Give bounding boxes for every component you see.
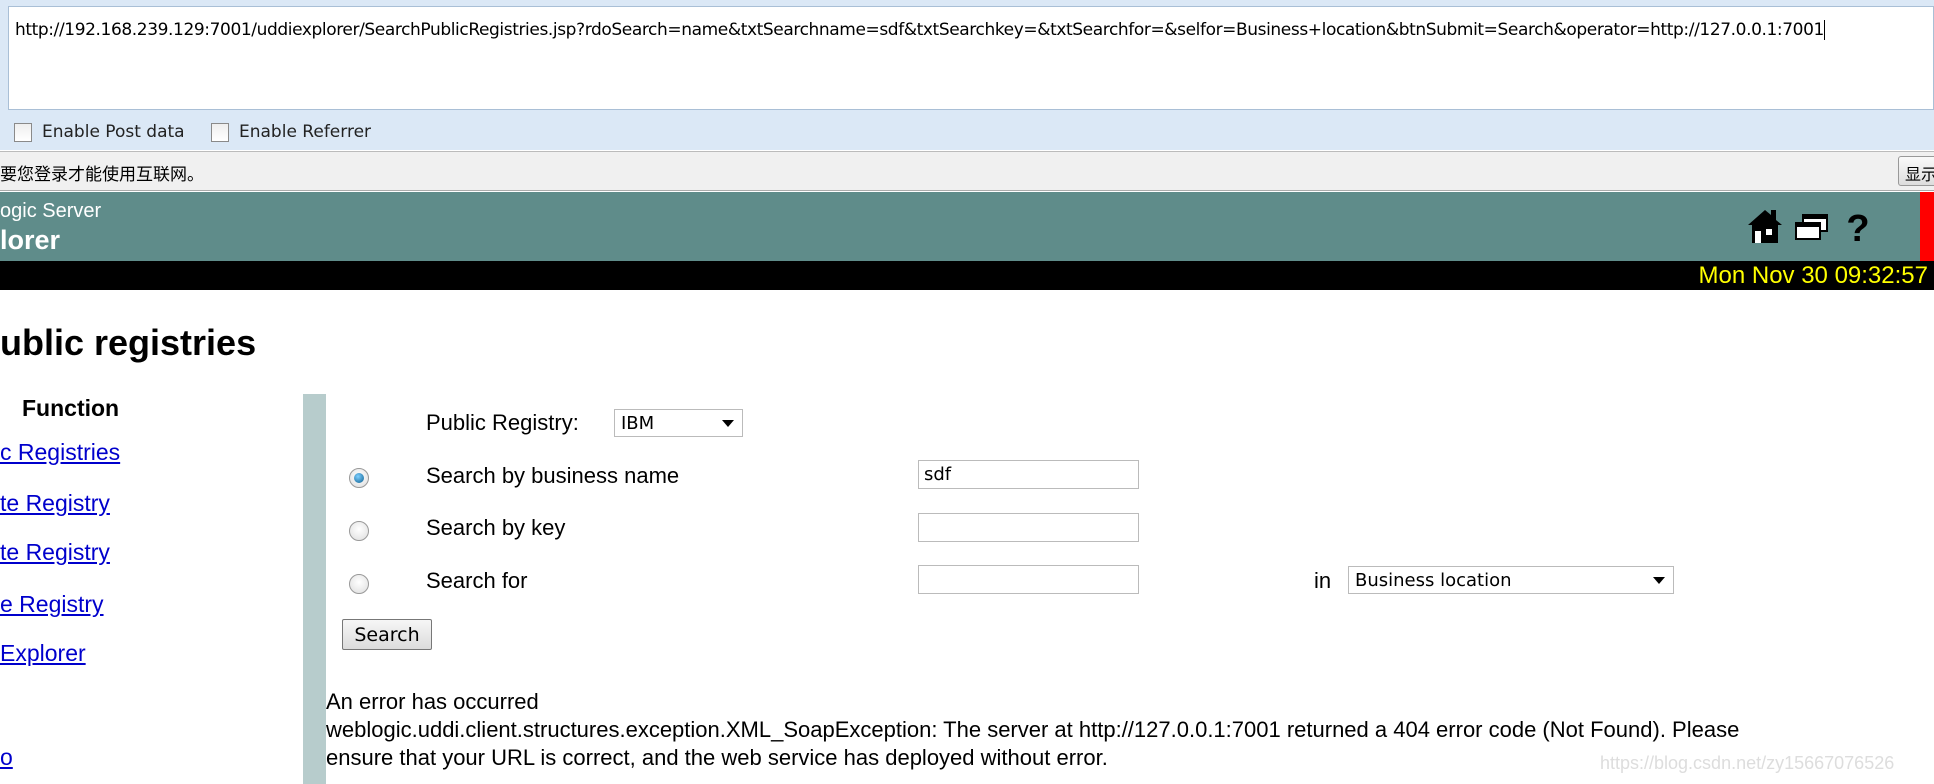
radio-search-by-key[interactable] [349, 521, 369, 541]
home-icon[interactable] [1745, 207, 1785, 245]
svg-text:?: ? [1846, 208, 1869, 245]
dropdown-arrow-icon [1653, 577, 1665, 584]
sidebar-link-help[interactable]: o [0, 744, 13, 771]
checkbox-box[interactable] [14, 122, 32, 142]
info-bar: 要您登录才能使用互联网。 显示 [0, 151, 1934, 191]
error-message-line: ensure that your URL is correct, and the… [326, 745, 1108, 770]
app-header: ogic Server lorer ? [0, 192, 1934, 261]
search-for-input[interactable] [918, 565, 1139, 594]
search-for-field-select[interactable]: Business location [1348, 566, 1674, 594]
clock-bar: Mon Nov 30 09:32:57 [0, 261, 1934, 290]
public-registry-select[interactable]: IBM [614, 409, 743, 437]
hackbar-panel: http://192.168.239.129:7001/uddiexplorer… [0, 0, 1934, 150]
url-textarea[interactable]: http://192.168.239.129:7001/uddiexplorer… [8, 6, 1934, 110]
business-name-input[interactable]: sdf [918, 460, 1139, 489]
header-app-name: lorer [0, 225, 61, 255]
search-by-key-label: Search by key [426, 515, 566, 540]
url-text: http://192.168.239.129:7001/uddiexplorer… [15, 20, 1824, 40]
search-button[interactable]: Search [342, 619, 432, 650]
enable-referrer-checkbox[interactable]: Enable Referrer [211, 122, 371, 142]
search-for-label: Search for [426, 568, 528, 593]
checkbox-label: Enable Post data [42, 122, 185, 142]
sidebar-link-modify-private-registry[interactable]: e Registry [0, 591, 104, 618]
windows-icon[interactable] [1793, 207, 1833, 245]
clock-text: Mon Nov 30 09:32:57 [1698, 262, 1929, 289]
header-product-name: ogic Server [0, 200, 102, 222]
select-value: IBM [621, 413, 655, 434]
sidebar-link-search-public-registries[interactable]: c Registries [0, 439, 120, 466]
sidebar-link-publish-private-registry[interactable]: te Registry [0, 539, 110, 566]
help-icon[interactable]: ? [1838, 207, 1878, 245]
info-bar-button[interactable]: 显示 [1898, 156, 1934, 186]
page-title: ublic registries [0, 322, 257, 363]
enable-post-data-checkbox[interactable]: Enable Post data [14, 122, 185, 142]
divider-stripe [303, 394, 326, 784]
error-message-line: weblogic.uddi.client.structures.exceptio… [326, 717, 1740, 742]
checkbox-box[interactable] [211, 122, 229, 142]
in-label: in [1314, 568, 1332, 593]
sidebar-link-setup-uddi-explorer[interactable]: Explorer [0, 640, 86, 667]
public-registry-label: Public Registry: [426, 410, 579, 435]
sidebar-heading: Function [22, 395, 120, 421]
logo [1920, 192, 1934, 261]
info-bar-text: 要您登录才能使用互联网。 [0, 165, 204, 185]
radio-search-for[interactable] [349, 574, 369, 594]
dropdown-arrow-icon [722, 420, 734, 427]
select-value: Business location [1355, 570, 1512, 591]
watermark: https://blog.csdn.net/zy15667076526 [1600, 753, 1895, 773]
text-caret [1823, 20, 1825, 40]
key-input[interactable] [918, 513, 1139, 542]
sidebar-link-search-private-registry[interactable]: te Registry [0, 490, 110, 517]
radio-search-by-name[interactable] [349, 468, 369, 488]
checkbox-label: Enable Referrer [239, 122, 372, 142]
error-heading: An error has occurred [326, 689, 539, 714]
search-by-name-label: Search by business name [426, 463, 680, 488]
